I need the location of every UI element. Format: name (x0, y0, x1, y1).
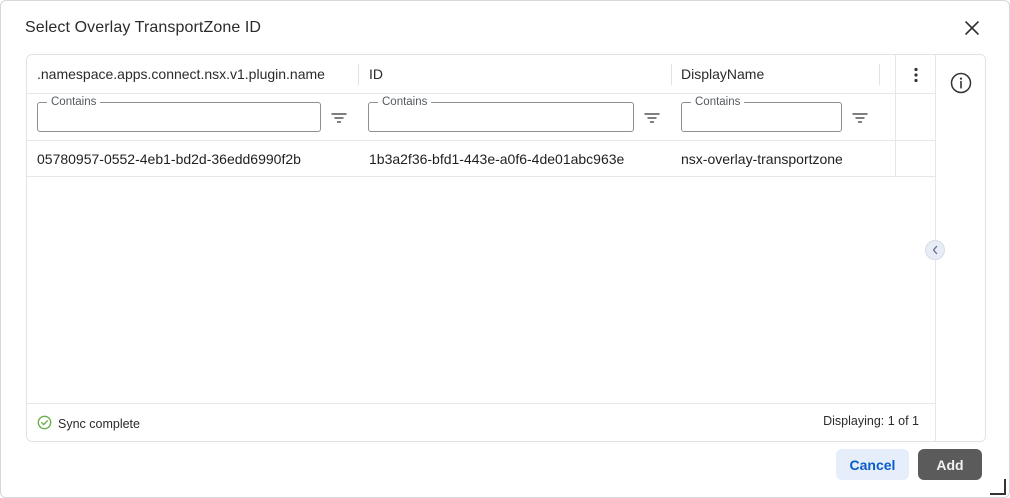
column-divider[interactable] (358, 64, 359, 85)
filter-field-display-name[interactable]: Contains (681, 95, 842, 132)
resize-handle[interactable] (990, 479, 1006, 495)
close-icon[interactable] (961, 17, 983, 39)
add-button[interactable]: Add (918, 449, 982, 480)
cell-id: 1b3a2f36-bfd1-443e-a0f6-4de01abc963e (369, 151, 625, 167)
column-header-display-name[interactable]: DisplayName (681, 55, 764, 94)
filter-field-plugin-name[interactable]: Contains (37, 95, 321, 132)
filter-icon[interactable] (644, 111, 660, 125)
grid-footer: Sync complete Displaying: 1 of 1 (27, 403, 935, 441)
row-end (895, 141, 935, 177)
column-header-id[interactable]: ID (369, 55, 383, 94)
cell-plugin-name: 05780957-0552-4eb1-bd2d-36edd6990f2b (37, 151, 301, 167)
filter-icon[interactable] (852, 111, 868, 125)
cancel-button[interactable]: Cancel (836, 449, 909, 480)
grid-area: .namespace.apps.connect.nsx.v1.plugin.na… (27, 55, 935, 441)
sync-status-label: Sync complete (58, 417, 140, 431)
filter-field-id[interactable]: Contains (368, 95, 634, 132)
column-header-plugin-name[interactable]: .namespace.apps.connect.nsx.v1.plugin.na… (37, 55, 325, 94)
dialog-title: Select Overlay TransportZone ID (25, 19, 262, 36)
row-count: Displaying: 1 of 1 (823, 414, 919, 428)
dialog: Select Overlay TransportZone ID .namespa… (0, 0, 1010, 498)
cell-display-name: nsx-overlay-transportzone (681, 151, 843, 167)
filter-icon[interactable] (331, 111, 347, 125)
grid-filter-row: Contains Contains Contains (27, 94, 935, 141)
kebab-menu-icon[interactable] (895, 55, 935, 94)
filter-row-end (895, 94, 935, 141)
column-divider[interactable] (671, 64, 672, 85)
filter-legend: Contains (378, 95, 432, 109)
check-circle-icon (37, 415, 52, 433)
sync-status: Sync complete (37, 415, 140, 433)
column-divider[interactable] (879, 64, 880, 85)
filter-legend: Contains (691, 95, 745, 109)
data-grid: .namespace.apps.connect.nsx.v1.plugin.na… (26, 54, 986, 442)
chevron-left-icon[interactable] (925, 240, 945, 260)
info-icon[interactable] (950, 72, 972, 94)
grid-header-row: .namespace.apps.connect.nsx.v1.plugin.na… (27, 55, 935, 94)
table-row[interactable]: 05780957-0552-4eb1-bd2d-36edd6990f2b 1b3… (27, 141, 935, 177)
filter-legend: Contains (47, 95, 101, 109)
